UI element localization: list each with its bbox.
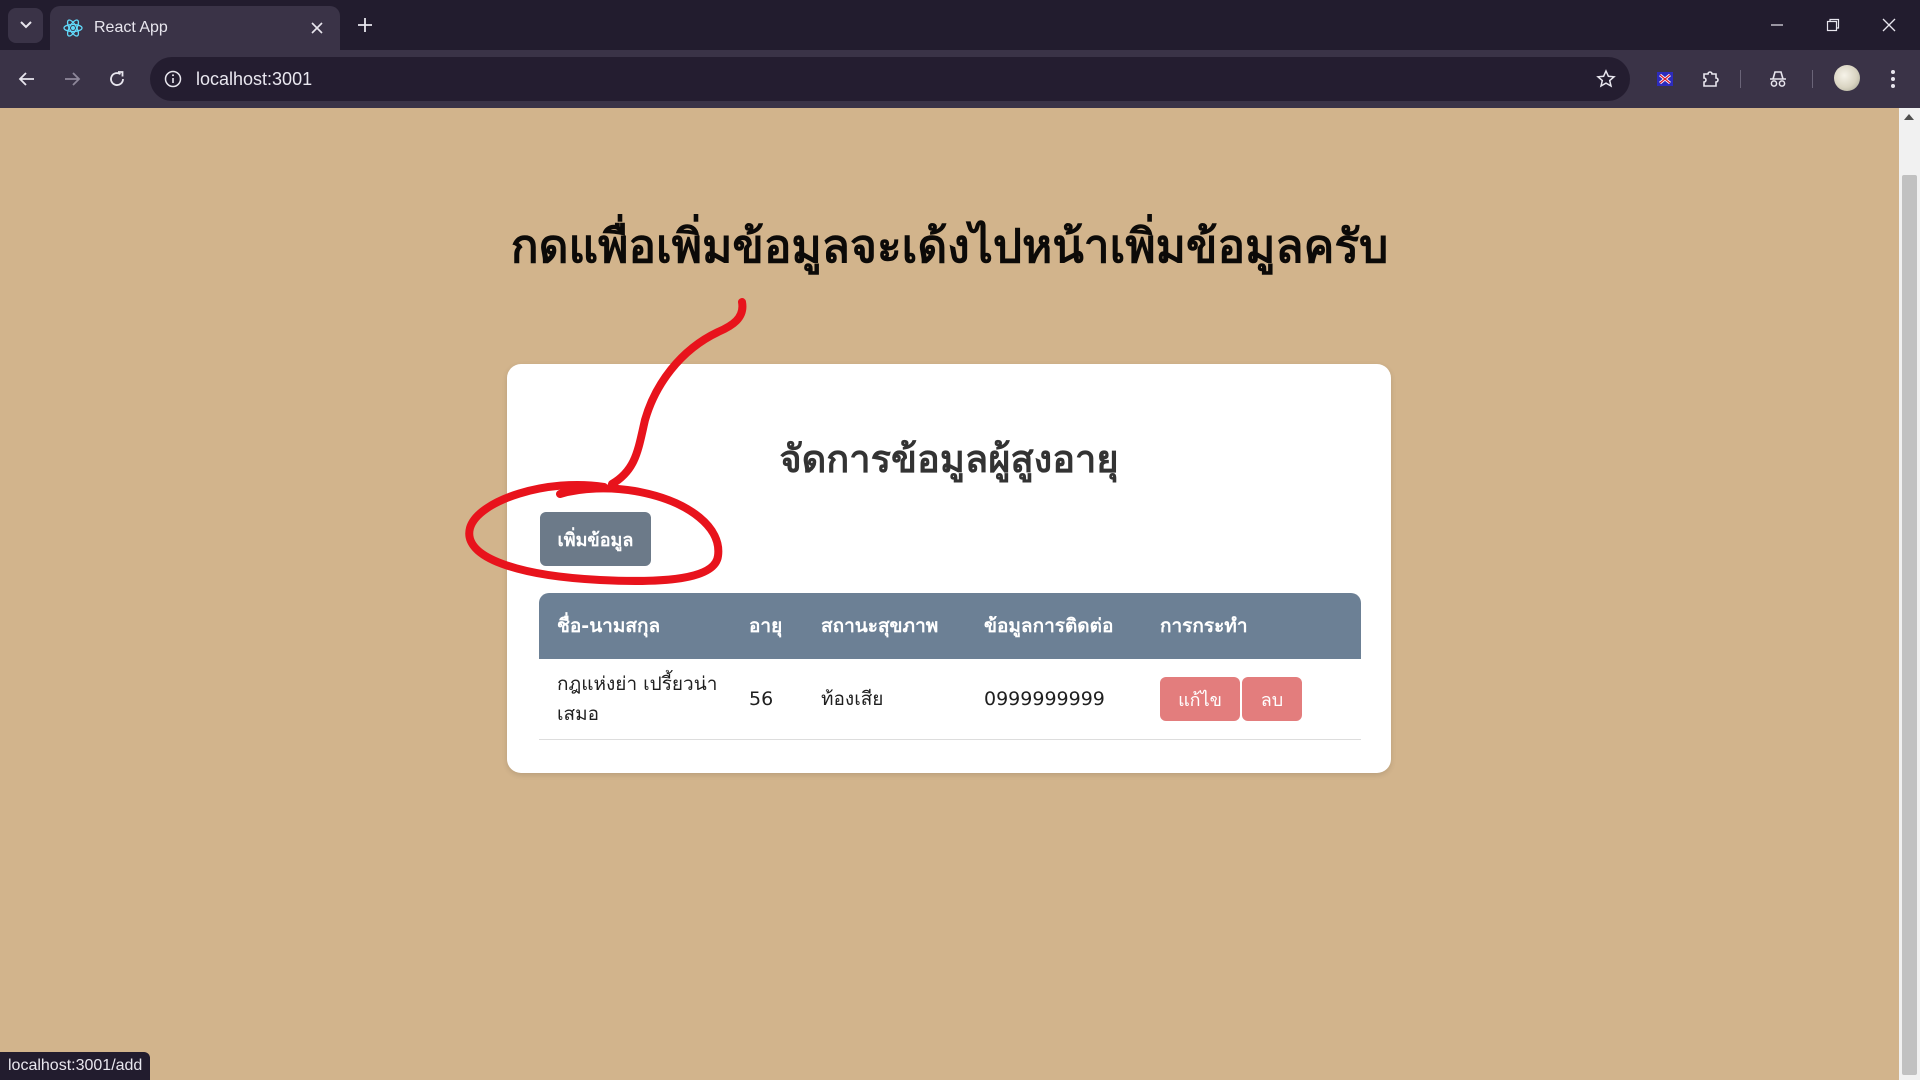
- table-header-row: ชื่อ-นามสกุล อายุ สถานะสุขภาพ ข้อมูลการต…: [539, 593, 1361, 659]
- tab-search-icon: [19, 16, 33, 35]
- extension-flag-icon[interactable]: [1649, 63, 1681, 95]
- avatar[interactable]: [1834, 65, 1860, 91]
- cell-actions: แก้ไข ลบ: [1142, 659, 1361, 740]
- elderly-table: ชื่อ-นามสกุล อายุ สถานะสุขภาพ ข้อมูลการต…: [539, 593, 1361, 740]
- table-row: กฎแห่งย่า เปรี้ยวน่าเสมอ 56 ท้องเสีย 099…: [539, 659, 1361, 740]
- cell-name: กฎแห่งย่า เปรี้ยวน่าเสมอ: [539, 659, 731, 740]
- scrollbar-thumb[interactable]: [1902, 175, 1917, 1075]
- info-icon[interactable]: [162, 68, 184, 90]
- tab-react-app[interactable]: React App: [50, 6, 340, 50]
- toolbar-separator: [1812, 70, 1813, 88]
- menu-dots-icon[interactable]: [1877, 63, 1909, 95]
- tab-search-button[interactable]: [8, 8, 43, 43]
- puzzle-icon[interactable]: [1695, 63, 1727, 95]
- header-health: สถานะสุขภาพ: [803, 593, 966, 659]
- screen: React App localhost:3001 กดแพื่อเพิ่มข้อ…: [0, 0, 1920, 1080]
- plus-icon[interactable]: [352, 12, 378, 38]
- header-name: ชื่อ-นามสกุล: [539, 593, 731, 659]
- toolbar-separator: [1740, 70, 1741, 88]
- page-heading: กดแพื่อเพิ่มข้อมูลจะเด้งไปหน้าเพิ่มข้อมู…: [510, 219, 1389, 273]
- cell-health: ท้องเสีย: [803, 659, 966, 740]
- elderly-data-card: จัดการข้อมูลผู้สูงอายุ เพิ่มข้อมูล ชื่อ-…: [507, 364, 1391, 773]
- restore-icon[interactable]: [1810, 8, 1856, 42]
- address-bar[interactable]: localhost:3001: [150, 57, 1630, 101]
- url-text: localhost:3001: [196, 69, 313, 89]
- tab-strip: React App: [0, 0, 1920, 50]
- tab-title: React App: [94, 19, 168, 36]
- reload-icon[interactable]: [101, 63, 133, 95]
- minimize-icon[interactable]: [1754, 8, 1800, 42]
- header-contact: ข้อมูลการติดต่อ: [966, 593, 1142, 659]
- header-actions: การกระทำ: [1142, 593, 1361, 659]
- delete-button[interactable]: ลบ: [1242, 677, 1302, 721]
- card-title: จัดการข้อมูลผู้สูงอายุ: [779, 437, 1119, 481]
- browser-toolbar: localhost:3001: [0, 50, 1920, 108]
- cell-contact: 0999999999: [966, 659, 1142, 740]
- star-icon[interactable]: [1594, 67, 1618, 91]
- scroll-up-arrow-icon[interactable]: [1904, 114, 1914, 120]
- header-age: อายุ: [731, 593, 803, 659]
- window-close-icon[interactable]: [1866, 8, 1912, 42]
- back-arrow-icon[interactable]: [11, 63, 43, 95]
- status-link-tooltip: localhost:3001/add: [0, 1052, 151, 1080]
- cell-age: 56: [731, 659, 803, 740]
- add-data-button[interactable]: เพิ่มข้อมูล: [540, 512, 651, 566]
- forward-arrow-icon[interactable]: [56, 63, 88, 95]
- incognito-icon[interactable]: [1762, 63, 1794, 95]
- edit-button[interactable]: แก้ไข: [1160, 677, 1240, 721]
- close-icon[interactable]: [306, 17, 328, 39]
- row-actions: แก้ไข ลบ: [1160, 677, 1361, 721]
- react-favicon-icon: [62, 17, 84, 39]
